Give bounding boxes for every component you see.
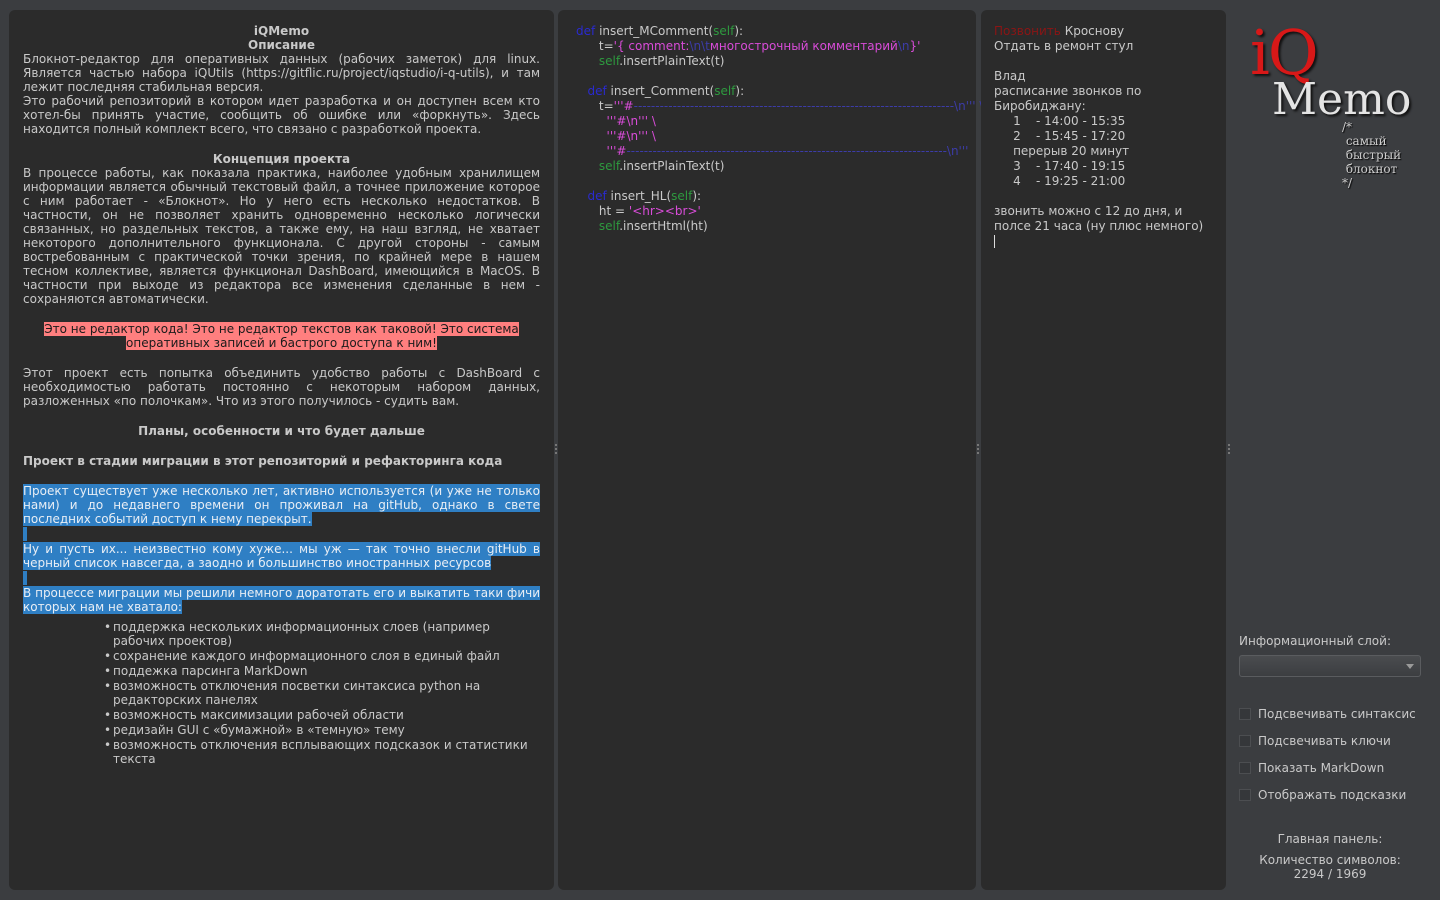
note-line: 3 - 17:40 - 19:15 bbox=[994, 159, 1126, 173]
list-item: редизайн GUI с «бумажной» в «темную» тем… bbox=[104, 723, 540, 737]
logo-tagline: /* самый быстрый блокнот */ bbox=[1342, 120, 1401, 190]
plans-heading: Планы, особенности и что будет дальше bbox=[138, 424, 425, 438]
tagline-line: */ bbox=[1342, 176, 1353, 190]
code-line-10: def insert_HL(self): bbox=[587, 189, 702, 203]
note-line: перерыв 20 минут bbox=[994, 144, 1130, 158]
code-line-12: self.insertHtml(ht) bbox=[598, 219, 708, 233]
note-line: Биробиджану: bbox=[994, 99, 1086, 113]
tagline-line: блокнот bbox=[1342, 162, 1398, 176]
selected-paragraph-1-text: Проект существует уже несколько лет, акт… bbox=[23, 484, 540, 526]
tagline-line: /* bbox=[1342, 120, 1353, 134]
note-line: Позвонить Кроснову bbox=[994, 24, 1125, 38]
features-list: поддержка нескольких информационных слое… bbox=[23, 620, 540, 766]
note-line: расписание звонков по bbox=[994, 84, 1142, 98]
desc-heading: Описание bbox=[248, 38, 315, 52]
selected-paragraph-2: Ну и пусть их... неизвестно кому хуже...… bbox=[23, 542, 540, 570]
splitter-handle-2[interactable] bbox=[977, 444, 980, 458]
show-markdown-checkbox[interactable]: Показать MarkDown bbox=[1239, 760, 1384, 776]
warning-text: Это не редактор кода! Это не редактор те… bbox=[23, 322, 540, 350]
code-line-4: def insert_Comment(self): bbox=[587, 84, 745, 98]
list-item: поддежка парсинга MarkDown bbox=[104, 664, 540, 678]
list-item: возможность максимизации рабочей области bbox=[104, 708, 540, 722]
layer-label: Информационный слой: bbox=[1239, 634, 1391, 648]
checkbox-label: Подсвечивать ключи bbox=[1258, 734, 1391, 748]
code-line-11: ht = '<hr><br>' bbox=[598, 204, 701, 218]
highlight-syntax-checkbox[interactable]: Подсвечивать синтаксис bbox=[1239, 706, 1416, 722]
concept-heading: Концепция проекта bbox=[212, 152, 351, 166]
char-count: Количество символов: 2294 / 1969 bbox=[1239, 853, 1421, 881]
layer-select[interactable] bbox=[1239, 655, 1421, 677]
note-line: полсе 21 часа (ну плюс немного) bbox=[994, 219, 1204, 233]
note-line: 4 - 19:25 - 21:00 bbox=[994, 174, 1126, 188]
code-line-1: def insert_MComment(self): bbox=[576, 24, 744, 38]
doc-title: iQMemo bbox=[253, 24, 310, 38]
selected-paragraph-2-text: Ну и пусть их... неизвестно кому хуже...… bbox=[23, 542, 540, 570]
selected-gap-1 bbox=[23, 526, 540, 542]
main-panel-label: Главная панель: bbox=[1277, 832, 1383, 846]
desc-paragraph-1: Блокнот-редактор для оперативных данных … bbox=[23, 52, 540, 94]
unite-paragraph: Этот проект есть попытка объединить удоб… bbox=[23, 366, 540, 408]
code-line-6: '''#\n''' \ bbox=[606, 114, 656, 128]
tagline-line: быстрый bbox=[1342, 148, 1402, 162]
concept-paragraph: В процессе работы, как показала практика… bbox=[23, 166, 540, 306]
checkbox-box[interactable] bbox=[1239, 762, 1251, 774]
desc-paragraph-2: Это рабочий репозиторий в котором идет р… bbox=[23, 94, 540, 136]
code-line-2: t='{ comment:\n\tмногострочный комментар… bbox=[598, 39, 921, 53]
description-editor[interactable]: iQMemo Описание Блокнот-редактор для опе… bbox=[9, 10, 554, 890]
code-line-3: self.insertPlainText(t) bbox=[598, 54, 725, 68]
note-line: 1 - 14:00 - 15:35 bbox=[994, 114, 1126, 128]
note-line: звонить можно с 12 до дня, и bbox=[994, 204, 1183, 218]
note-line: Влад bbox=[994, 69, 1026, 83]
selected-gap-2 bbox=[23, 570, 540, 586]
warning-line-1: Это не редактор кода! Это не редактор те… bbox=[44, 322, 519, 336]
char-count-value: 2294 / 1969 bbox=[1293, 867, 1367, 881]
checkbox-box[interactable] bbox=[1239, 708, 1251, 720]
code-line-9: self.insertPlainText(t) bbox=[598, 159, 725, 173]
tagline-line: самый bbox=[1342, 134, 1387, 148]
code-line-7: '''#\n''' \ bbox=[606, 129, 656, 143]
code-line-8: '''#------------------------------------… bbox=[606, 144, 969, 158]
notes-editor[interactable]: Позвонить Кроснову Отдать в ремонт стул … bbox=[981, 10, 1226, 890]
note-line: Отдать в ремонт стул bbox=[994, 39, 1134, 53]
list-item: возможность отключения всплывающих подск… bbox=[104, 738, 540, 766]
selected-text: Проект существует уже несколько лет, акт… bbox=[23, 484, 540, 614]
selected-paragraph-3: В процессе миграции мы решили немного до… bbox=[23, 586, 540, 614]
list-item: поддержка нескольких информационных слое… bbox=[104, 620, 540, 648]
text-cursor bbox=[994, 235, 995, 248]
code-line-5: t='''#----------------------------------… bbox=[598, 99, 984, 113]
code-editor[interactable]: def insert_MComment(self): t='{ comment:… bbox=[558, 10, 984, 890]
checkbox-box[interactable] bbox=[1239, 735, 1251, 747]
checkbox-label: Подсвечивать синтаксис bbox=[1258, 707, 1416, 721]
list-item: возможность отключения посветки синтакси… bbox=[104, 679, 540, 707]
list-item: сохранение каждого информационного слоя … bbox=[104, 649, 540, 663]
warning-line-2: оперативных записей и бастрого доступа к… bbox=[126, 336, 437, 350]
char-count-label: Количество символов: bbox=[1259, 853, 1401, 867]
checkbox-box[interactable] bbox=[1239, 789, 1251, 801]
chevron-down-icon bbox=[1406, 664, 1414, 669]
checkbox-label: Показать MarkDown bbox=[1258, 761, 1385, 775]
app-logo: iQ Memo /* самый быстрый блокнот */ bbox=[1250, 18, 1430, 198]
note-line: 2 - 15:45 - 17:20 bbox=[994, 129, 1126, 143]
selected-paragraph-3-text: В процессе миграции мы решили немного до… bbox=[23, 586, 540, 614]
splitter-handle-3[interactable] bbox=[1228, 444, 1231, 458]
checkbox-label: Отображать подсказки bbox=[1258, 788, 1407, 802]
show-hints-checkbox[interactable]: Отображать подсказки bbox=[1239, 787, 1406, 803]
selected-paragraph-1: Проект существует уже несколько лет, акт… bbox=[23, 484, 540, 526]
migration-heading: Проект в стадии миграции в этот репозито… bbox=[23, 454, 503, 468]
highlight-keys-checkbox[interactable]: Подсвечивать ключи bbox=[1239, 733, 1391, 749]
